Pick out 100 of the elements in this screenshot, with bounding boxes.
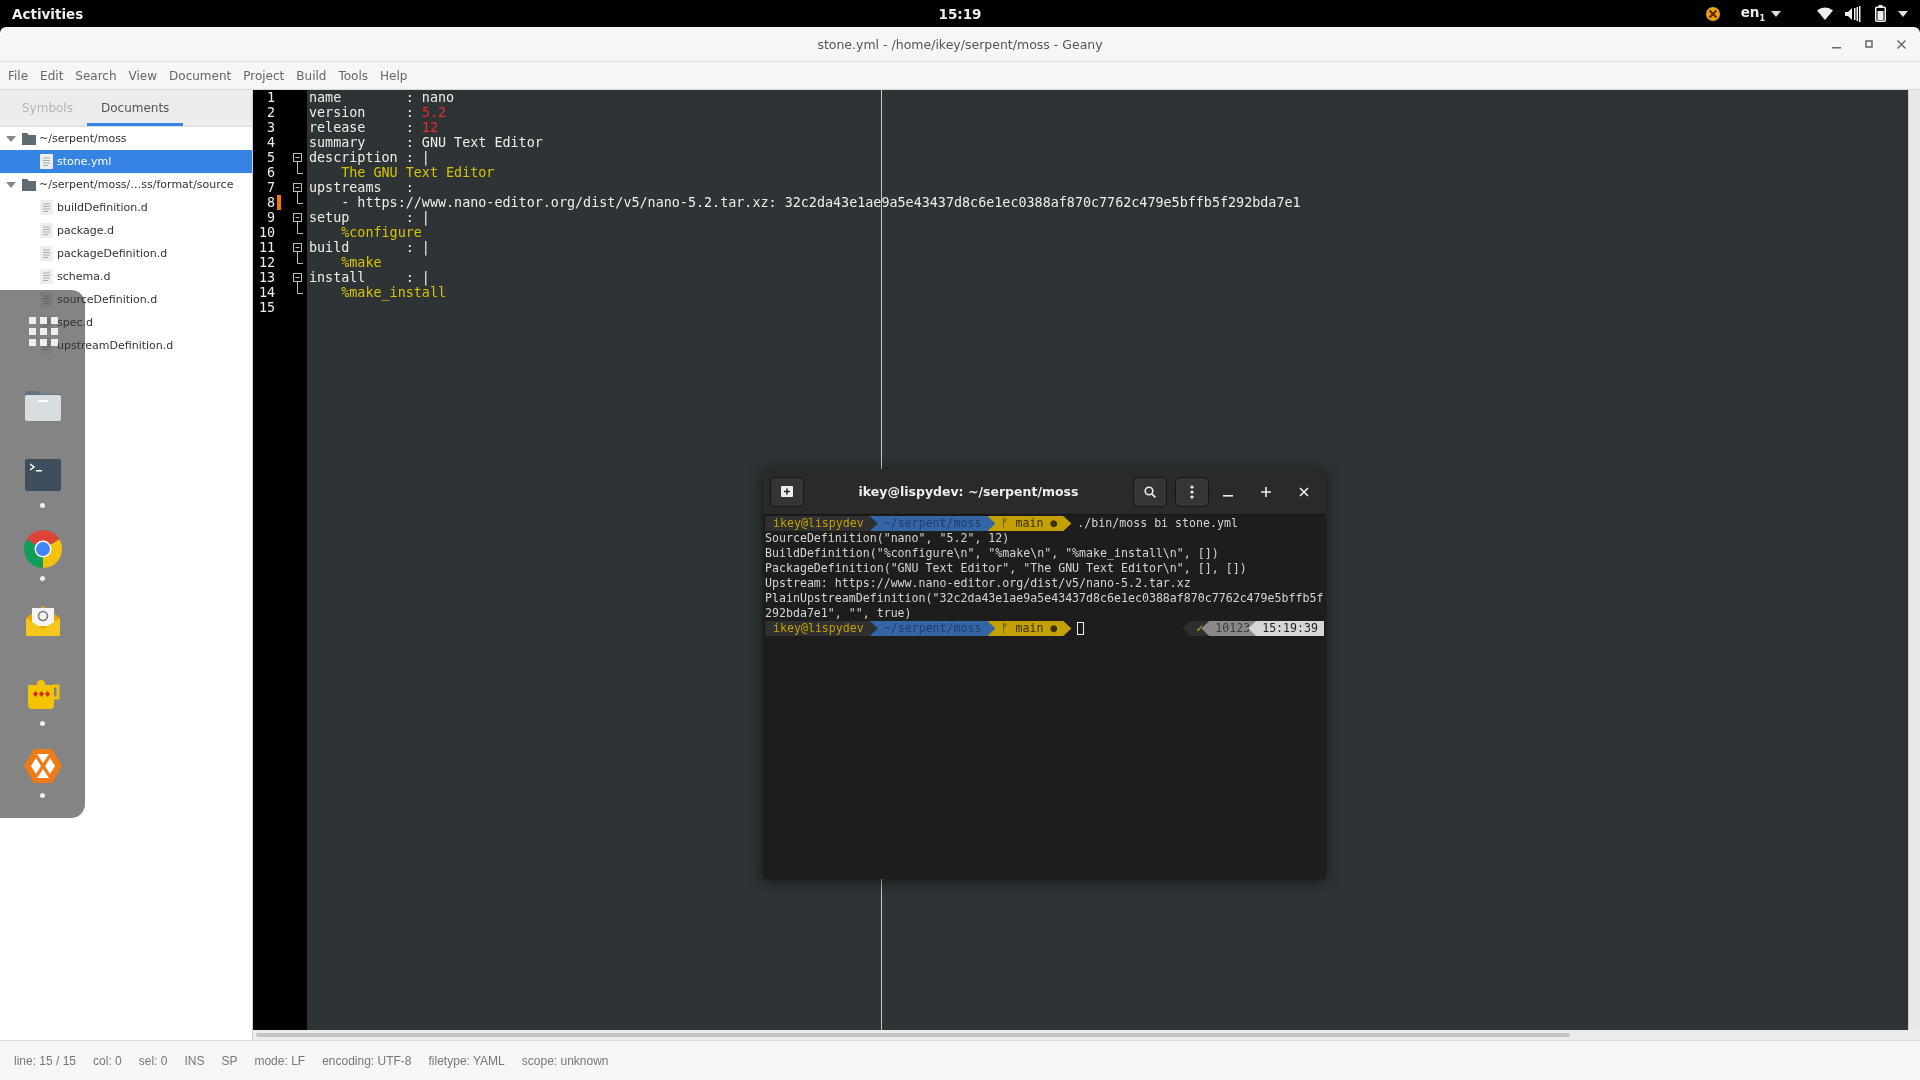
scrollbar[interactable] [256,1033,1570,1037]
caret-icon[interactable] [1898,10,1908,17]
line-number: 14 [257,285,275,300]
tree-item[interactable]: stone.yml [0,150,252,173]
output-line: Upstream: https://www.nano-editor.org/dist/v5/nano-5.2.tar.xz [765,576,1191,591]
prompt-segment: 15:19:39 [1248,621,1324,636]
caret-icon[interactable] [1771,10,1781,17]
file-icon [40,292,53,307]
line-number: 8 [265,195,275,210]
code-line: The GNU Text Editor [340,165,495,180]
command-text: ./bin/moss bi stone.yml [1077,516,1238,531]
code-line: setup : | [309,210,430,225]
tree-item[interactable]: package.d [0,219,252,242]
battery-icon[interactable] [1875,5,1886,22]
line-number: 7 [265,180,275,195]
tree-item[interactable]: buildDefinition.d [0,196,252,219]
volume-icon[interactable] [1845,5,1861,22]
prompt-segment: ᚠ main ● [987,621,1072,636]
code-line: description : | [309,150,430,165]
line-number: 5 [265,150,275,165]
line-number: 10 [257,225,275,240]
code-line: %make [340,255,382,270]
expander-icon[interactable] [6,133,16,144]
sidebar-tab[interactable]: Documents [86,90,184,126]
menu-item[interactable]: Build [290,68,333,83]
code-line: install : | [309,270,430,285]
expander-icon[interactable] [6,179,16,190]
status-text: mode: LF [254,1053,306,1068]
new-tab-icon [781,486,793,497]
file-icon [40,200,53,215]
fold-box-icon[interactable] [293,180,303,195]
clock[interactable]: 15:19 [938,5,982,22]
code-line: release : 12 [309,120,438,135]
fold-box-icon[interactable] [293,240,303,255]
prompt-segment: ikey@lispydev [765,516,878,531]
close-icon[interactable] [1897,39,1906,49]
status-text: INS [184,1053,205,1068]
line-number: 13 [257,270,275,285]
code-line: upstreams : [309,180,414,195]
fold-box-icon[interactable] [293,210,303,225]
menu-item[interactable]: Edit [34,68,70,83]
line-number: 3 [265,120,275,135]
scrollbar[interactable] [1908,90,1920,1030]
file-icon [40,223,53,238]
status-text: col: 0 [93,1053,122,1068]
wifi-icon[interactable] [1817,7,1833,20]
status-text: line: 15 / 15 [14,1053,77,1068]
code-line: %make_install [340,285,447,300]
line-number: 4 [265,135,275,150]
status-text: SP [221,1053,238,1068]
tree-item[interactable]: ~/serpent/moss [0,127,252,150]
menu-item[interactable]: View [122,68,164,83]
output-line: BuildDefinition("%configure\n", "%make\n", "%make_install\n", []) [765,546,1219,561]
file-icon [40,269,53,284]
menu-item[interactable]: Search [69,68,123,83]
fold-box-icon[interactable] [293,150,303,165]
line-number: 11 [257,240,275,255]
folder-icon [22,132,36,145]
prompt-segment: ᚠ main ● [987,516,1072,531]
menu-item[interactable]: Help [374,68,414,83]
activities-button[interactable]: Activities [12,5,84,22]
file-icon [40,154,53,169]
keyboard-layout[interactable]: en$_{1}$ [1740,4,1765,23]
line-number: 15 [257,300,275,315]
code-line: version : 5.2 [309,105,447,120]
output-line: SourceDefinition("nano", "5.2", 12) [765,531,1010,546]
window-title: ikey@lispydev: ~/serpent/moss [857,484,1080,499]
search-button[interactable] [1133,476,1167,507]
code-line: build : | [309,240,430,255]
menu-item[interactable]: File [2,68,35,83]
output-line: PackageDefinition("GNU Text Editor", "The GNU Text Editor\n", [], []) [765,561,1247,576]
fold-box-icon[interactable] [293,270,303,285]
search-icon [1144,485,1156,498]
tree-item[interactable]: packageDefinition.d [0,242,252,265]
menu-item[interactable]: Document [163,68,238,83]
menu-button[interactable] [1175,476,1209,507]
line-number: 1 [265,90,275,105]
more-icon [1190,484,1194,499]
status-text: encoding: UTF-8 [322,1053,412,1068]
tree-item[interactable]: schema.d [0,265,252,288]
line-number: 12 [257,255,275,270]
folder-icon [22,178,36,191]
tricolor-circle-icon[interactable] [21,527,64,570]
code-line: %configure [340,225,422,240]
line-number: 6 [265,165,275,180]
output-line: PlainUpstreamDefinition("32c2da43e1ae9a5e43437d8c6e1ec0388af870c7762c479e5bffb5f [765,591,1324,606]
new-tab-button[interactable] [770,476,804,507]
status-text: scope: unknown [521,1053,609,1068]
menu-item[interactable]: Tools [332,68,374,83]
menu-item[interactable]: Project [237,68,291,83]
file-icon [40,246,53,261]
tree-item[interactable]: ~/serpent/moss/…ss/format/source [0,173,252,196]
status-text: sel: 0 [138,1053,168,1068]
code-line: summary : GNU Text Editor [309,135,543,150]
code-line: name : nano [309,90,455,105]
line-number: 9 [265,210,275,225]
status-text: filetype: YAML [428,1053,505,1068]
output-line: 292bda7e1", "", true) [765,606,912,621]
line-number: 2 [265,105,275,120]
crossed-circle-icon[interactable] [1704,5,1721,22]
